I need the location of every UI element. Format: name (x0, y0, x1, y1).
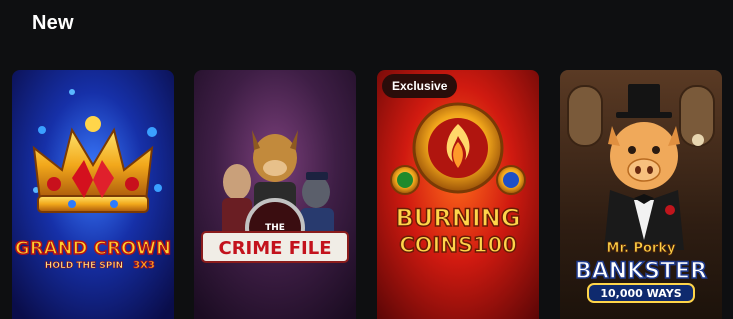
game-ways-bankster: 10,000 WAYS (600, 287, 681, 300)
game-thumbnail-burning-coins: BURNING COINS100 (377, 70, 539, 319)
game-title-crime-file: CRIME FILE (218, 238, 331, 259)
game-card-grand-crown[interactable]: GRAND CROWN HOLD THE SPIN 3X3 (12, 70, 174, 319)
game-title-prefix-mr-porky: Mr. Porky (607, 241, 676, 256)
games-row: GRAND CROWN HOLD THE SPIN 3X3 THE CRIME … (12, 70, 732, 319)
game-title-burning-coins: BURNING (395, 204, 520, 232)
game-variant-grand-crown: 3X3 (133, 260, 155, 271)
game-thumbnail-crime-file: THE CRIME FILE (194, 70, 356, 319)
game-card-crime-file[interactable]: THE CRIME FILE (194, 70, 356, 319)
game-card-burning-coins[interactable]: BURNING COINS100 Exclusive (377, 70, 539, 319)
game-subtitle-grand-crown: HOLD THE SPIN (45, 261, 123, 271)
game-subtitle-burning-coins: COINS100 (399, 233, 517, 257)
section-title: New (32, 12, 74, 34)
game-thumbnail-grand-crown: GRAND CROWN HOLD THE SPIN 3X3 (12, 70, 174, 319)
game-card-mr-porky-bankster[interactable]: Mr. Porky BANKSTER 10,000 WAYS (560, 70, 722, 319)
game-thumbnail-mr-porky-bankster: Mr. Porky BANKSTER 10,000 WAYS (560, 70, 722, 319)
game-title-prefix-crime-file: THE (265, 223, 285, 233)
game-title-grand-crown: GRAND CROWN (15, 238, 171, 259)
exclusive-badge: Exclusive (382, 74, 458, 98)
game-title-bankster: BANKSTER (575, 259, 707, 284)
